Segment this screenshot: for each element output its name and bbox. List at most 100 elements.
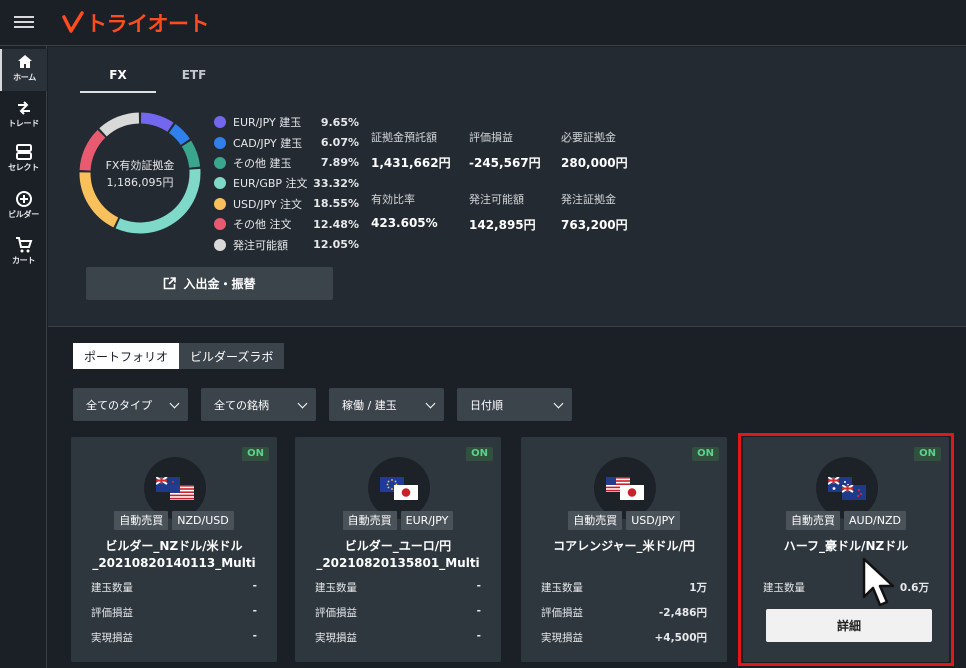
card-title-line: _20210820140113_Multi bbox=[92, 556, 256, 570]
row-value: - bbox=[476, 580, 481, 592]
currency-flags bbox=[594, 457, 656, 519]
chevron-down-icon bbox=[297, 398, 308, 409]
logo-mark-icon bbox=[62, 11, 84, 33]
status-badge: ON bbox=[242, 447, 269, 461]
main-content: FX ETF FX有効証拠金 1,186,095円 EUR/JPY 建玉 9.65… bbox=[48, 47, 966, 668]
sidebar-item-builder[interactable]: ビルダー bbox=[0, 186, 47, 228]
card-row-realized-pl: 実現損益 +4,500円 bbox=[541, 630, 707, 645]
legend-value: 33.32% bbox=[313, 176, 359, 190]
row-value: - bbox=[252, 580, 257, 592]
tab-fx[interactable]: FX bbox=[80, 67, 156, 93]
legend-value: 18.55% bbox=[313, 197, 359, 211]
legend-dot bbox=[214, 197, 226, 210]
card-tags: 自動売買 AUD/NZD bbox=[743, 511, 949, 530]
card-row-unrealized-pl: 評価損益 -2,486円 bbox=[541, 605, 707, 620]
row-label: 実現損益 bbox=[541, 632, 583, 644]
legend-value: 6.07% bbox=[320, 136, 359, 150]
tab-etf[interactable]: ETF bbox=[156, 67, 232, 93]
stat-label: 発注証拠金 bbox=[561, 193, 616, 206]
sidebar: ホーム トレード セレクト ビルダー カート bbox=[0, 46, 47, 668]
row-label: 建玉数量 bbox=[315, 582, 357, 594]
sidebar-item-trade[interactable]: トレード bbox=[0, 95, 47, 137]
card-title: ハーフ_豪ドル/NZドル bbox=[743, 538, 949, 555]
tab-builders-lab[interactable]: ビルダーズラボ bbox=[179, 343, 285, 369]
legend-dot bbox=[214, 136, 226, 149]
legend-label: 発注可能額 bbox=[233, 238, 288, 252]
sidebar-item-label: カート bbox=[11, 256, 36, 265]
legend-item: USD/JPY 注文 18.55% bbox=[214, 194, 359, 214]
jp-flag-icon bbox=[394, 485, 418, 500]
sidebar-item-select[interactable]: セレクト bbox=[0, 139, 47, 181]
card-title-line: ビルダー_NZドル/米ドル bbox=[105, 539, 243, 553]
stat-value: 142,895円 bbox=[469, 218, 536, 232]
row-value: - bbox=[252, 630, 257, 642]
legend-dot bbox=[214, 218, 226, 231]
legend-item: その他 注文 12.48% bbox=[214, 214, 359, 234]
card-title-line: ハーフ_豪ドル/NZドル bbox=[783, 539, 909, 553]
legend-item: EUR/GBP 注文 33.32% bbox=[214, 173, 359, 193]
card-title-line: ビルダー_ユーロ/円 bbox=[344, 539, 452, 553]
currency-flags bbox=[144, 457, 206, 519]
card-tags: 自動売買 USD/JPY bbox=[521, 511, 727, 530]
card-row-realized-pl: 実現損益 - bbox=[91, 630, 257, 645]
portfolio-card[interactable]: ON 自動売買 NZD/USD ビルダー_NZドル/米ドル _202108201… bbox=[71, 437, 277, 662]
filter-type-select[interactable]: 全てのタイプ bbox=[73, 388, 188, 421]
jp-flag-icon bbox=[620, 485, 644, 500]
donut-title: FX有効証拠金 bbox=[105, 159, 175, 172]
nz-flag-icon bbox=[842, 485, 866, 500]
chevron-down-icon bbox=[169, 398, 180, 409]
stat-effective-ratio: 有効比率 423.605% bbox=[371, 191, 438, 230]
legend-dot bbox=[214, 238, 226, 251]
card-title-line: コアレンジャー_米ドル/円 bbox=[553, 539, 695, 553]
portfolio-card[interactable]: ON 自動売買 USD/JPY コアレンジャー_米ドル/円 建玉数量 1万 評価損… bbox=[521, 437, 727, 662]
portfolio-card[interactable]: ON 自動売買 EUR/JPY ビルダー_ユーロ/円 _202108201358… bbox=[295, 437, 501, 662]
row-value: - bbox=[476, 630, 481, 642]
card-row-unrealized-pl: 評価損益 - bbox=[315, 605, 481, 620]
card-title: コアレンジャー_米ドル/円 bbox=[521, 538, 727, 555]
filter-symbol-value: 全ての銘柄 bbox=[214, 398, 269, 412]
row-value: 0.6万 bbox=[899, 582, 929, 594]
home-icon bbox=[17, 55, 32, 68]
stat-available-amount: 発注可能額 142,895円 bbox=[469, 191, 536, 233]
filter-sort-select[interactable]: 日付順 bbox=[457, 388, 572, 421]
us-flag-icon bbox=[170, 485, 194, 500]
legend-dot bbox=[214, 116, 226, 129]
currency-flags bbox=[816, 457, 878, 519]
status-badge: ON bbox=[692, 447, 719, 461]
detail-button[interactable]: 詳細 bbox=[766, 609, 932, 642]
app-logo[interactable]: トライオート bbox=[62, 8, 210, 38]
portfolio-card[interactable]: ON 自動売買 AUD/NZD ハーフ_豪ドル/NZドル 建玉数量 0.6万 詳細 bbox=[743, 437, 949, 662]
legend-item: その他 建玉 7.89% bbox=[214, 153, 359, 173]
tab-portfolio[interactable]: ポートフォリオ bbox=[73, 343, 180, 369]
legend-value: 9.65% bbox=[320, 115, 359, 129]
deposit-button-label: 入出金・振替 bbox=[183, 277, 256, 291]
stat-label: 有効比率 bbox=[371, 193, 415, 206]
legend-item: 発注可能額 12.05% bbox=[214, 234, 359, 254]
deposit-transfer-button[interactable]: 入出金・振替 bbox=[86, 267, 333, 300]
pair-tag: NZD/USD bbox=[172, 511, 234, 530]
external-link-icon bbox=[164, 277, 177, 290]
type-tag: 自動売買 bbox=[114, 511, 169, 530]
filter-status-select[interactable]: 稼働 / 建玉 bbox=[329, 388, 444, 421]
pair-tag: AUD/NZD bbox=[844, 511, 906, 530]
card-tags: 自動売買 EUR/JPY bbox=[295, 511, 501, 530]
row-label: 評価損益 bbox=[541, 607, 583, 619]
stat-value: 423.605% bbox=[371, 216, 438, 230]
stat-value: 763,200円 bbox=[561, 218, 628, 232]
sidebar-item-home[interactable]: ホーム bbox=[0, 49, 47, 91]
type-tag: 自動売買 bbox=[786, 511, 840, 530]
logo-text: トライオート bbox=[86, 12, 210, 36]
sidebar-item-label: トレード bbox=[8, 119, 39, 128]
legend-item: CAD/JPY 建玉 6.07% bbox=[214, 132, 359, 152]
top-bar: トライオート bbox=[0, 0, 966, 46]
legend-value: 7.89% bbox=[320, 156, 359, 170]
card-row-position-qty: 建玉数量 0.6万 bbox=[763, 580, 929, 595]
pair-tag: EUR/JPY bbox=[400, 511, 454, 530]
currency-flags bbox=[368, 457, 430, 519]
hamburger-menu-icon[interactable] bbox=[14, 13, 34, 31]
sidebar-item-cart[interactable]: カート bbox=[0, 232, 47, 274]
donut-segment bbox=[99, 112, 140, 137]
legend-value: 12.48% bbox=[313, 217, 359, 231]
filter-symbol-select[interactable]: 全ての銘柄 bbox=[201, 388, 316, 421]
legend-value: 12.05% bbox=[313, 238, 359, 252]
